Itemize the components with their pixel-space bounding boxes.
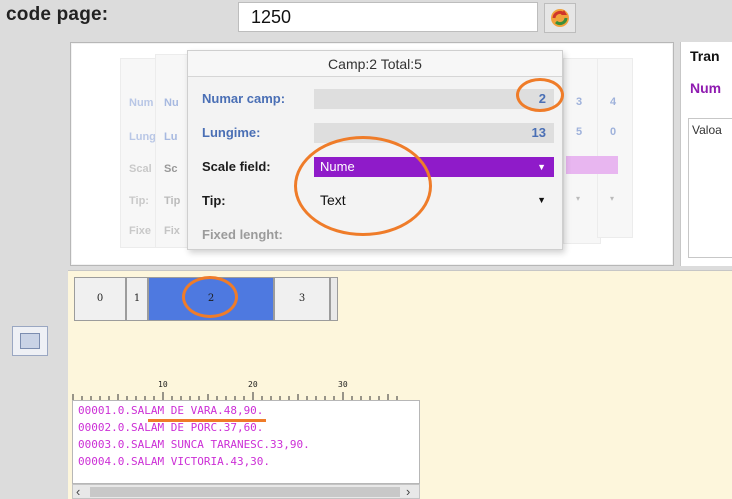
ghost-lu-label: Lu bbox=[164, 131, 178, 143]
code-page-input[interactable]: 1250 bbox=[238, 2, 538, 32]
tip-label: Tip: bbox=[202, 193, 226, 208]
field-tab[interactable]: 3 bbox=[274, 277, 330, 321]
ghost-lung-label: Lung bbox=[129, 131, 156, 143]
ghost-tip-label: Tip: bbox=[129, 195, 149, 207]
ghost-chevron-icon: ▾ bbox=[576, 194, 581, 203]
field-tab[interactable]: 1 bbox=[126, 277, 148, 321]
ghost-col-num: 3 bbox=[576, 96, 583, 108]
scroll-left-icon[interactable]: ‹ bbox=[76, 484, 80, 499]
ghost-card-right1 bbox=[563, 58, 601, 244]
side-values-box[interactable] bbox=[688, 118, 732, 258]
field-tab[interactable]: 0 bbox=[74, 277, 126, 321]
ghost-fi-label: Fix bbox=[164, 225, 180, 237]
annotation-circle bbox=[182, 276, 238, 318]
refresh-button[interactable] bbox=[544, 3, 576, 33]
ruler-mark: 20 bbox=[248, 380, 258, 389]
side-values-label: Valoa bbox=[692, 123, 722, 137]
record-line: 00002.0.SALAM DE PORC.37,60. bbox=[78, 421, 264, 434]
annotation-underline bbox=[148, 419, 266, 422]
lungime-label: Lungime: bbox=[202, 125, 261, 140]
scale-field-label: Scale field: bbox=[202, 159, 271, 174]
ghost-card-right2 bbox=[597, 58, 633, 238]
chevron-down-icon: ▼ bbox=[537, 162, 546, 172]
side-panel-title: Tran bbox=[690, 48, 720, 64]
keyboard-icon bbox=[20, 333, 40, 349]
annotation-circle bbox=[294, 136, 432, 236]
ruler-mark: 10 bbox=[158, 380, 168, 389]
ghost-ti-label: Tip bbox=[164, 195, 181, 207]
ghost-num-label: Num bbox=[129, 97, 154, 109]
tab-strip-end bbox=[330, 277, 338, 321]
side-panel-num-label: Num bbox=[690, 80, 722, 96]
ghost-sc-label: Sc bbox=[164, 163, 178, 175]
record-line: 00004.0.SALAM VICTORIA.43,30. bbox=[78, 455, 271, 468]
ghost-chevron-icon: ▾ bbox=[610, 194, 615, 203]
numar-camp-label: Numar camp: bbox=[202, 91, 286, 106]
code-page-label: code page: bbox=[6, 4, 109, 25]
ghost-col-num: 4 bbox=[610, 96, 617, 108]
ghost-col-num: 5 bbox=[576, 126, 583, 138]
ruler-mark: 30 bbox=[338, 380, 348, 389]
record-line: 00001.0.SALAM DE VARA.48,90. bbox=[78, 404, 264, 417]
record-line: 00003.0.SALAM SUNCA TARANESC.33,90. bbox=[78, 438, 310, 451]
ghost-col-num: 0 bbox=[610, 126, 617, 138]
fixed-length-label: Fixed lenght: bbox=[202, 227, 283, 242]
ghost-select-swatch bbox=[566, 156, 618, 174]
refresh-icon bbox=[551, 9, 569, 27]
ghost-fixe-label: Fixe bbox=[129, 225, 152, 237]
ruler bbox=[72, 392, 398, 400]
ghost-scal-label: Scal bbox=[129, 163, 152, 175]
scroll-right-icon[interactable]: › bbox=[406, 484, 410, 499]
scrollbar-thumb[interactable] bbox=[90, 487, 400, 497]
chevron-down-icon: ▼ bbox=[537, 195, 546, 205]
ghost-nu-label: Nu bbox=[164, 97, 179, 109]
annotation-circle bbox=[516, 78, 564, 112]
popup-header: Camp:2 Total:5 bbox=[188, 51, 562, 77]
